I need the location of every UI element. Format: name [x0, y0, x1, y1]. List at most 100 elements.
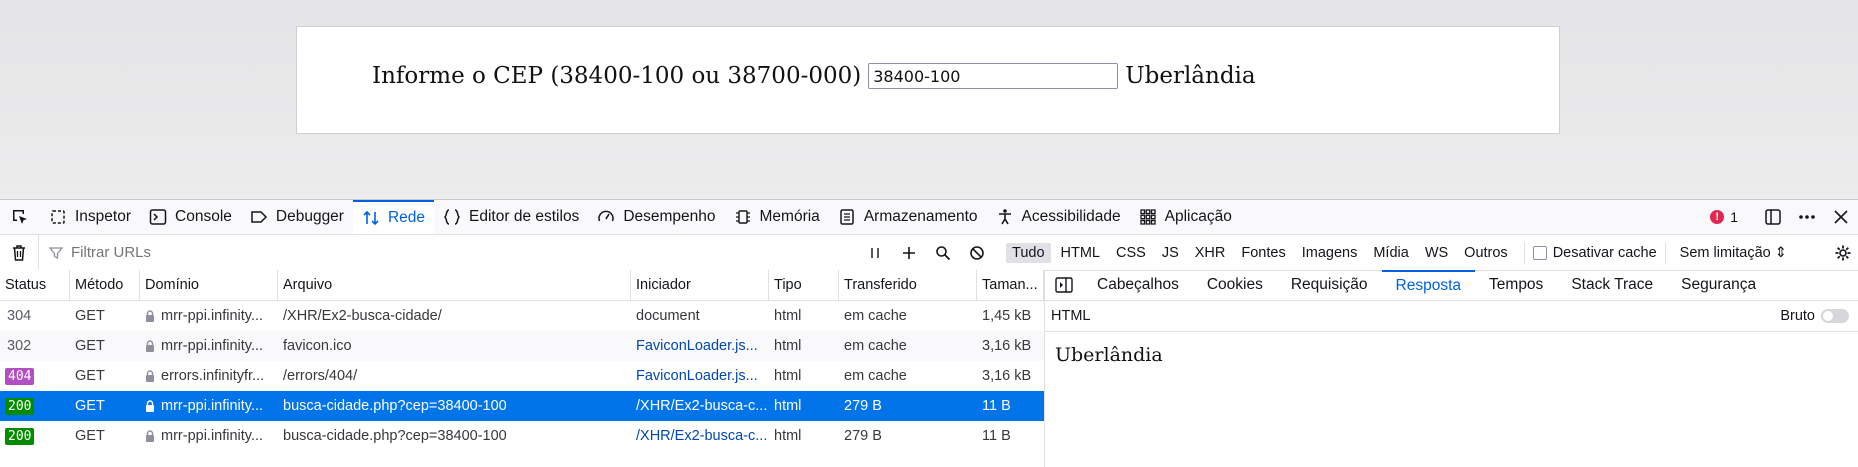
settings-button[interactable] [1834, 235, 1852, 270]
tab-memoria[interactable]: Memória [725, 200, 829, 234]
cell-status: 200 [0, 391, 70, 421]
search-icon [936, 245, 951, 260]
cell-size: 3,16 kB [982, 338, 1032, 354]
cell-initiator[interactable]: FaviconLoader.js... [631, 331, 769, 361]
error-count-badge[interactable]: ! 1 [1710, 209, 1738, 225]
filter-type-fontes[interactable]: Fontes [1235, 243, 1291, 263]
cell-initiator: document [636, 308, 700, 324]
cell-type: html [774, 338, 802, 354]
tab-label: Acessibilidade [1021, 208, 1121, 225]
cell-type: html [774, 368, 802, 384]
cell-file: busca-cidade.php?cep=38400-100 [283, 398, 507, 414]
column-header-transferido[interactable]: Transferido [839, 270, 977, 300]
details-tab-requisicao[interactable]: Requisição [1277, 270, 1382, 300]
domain-text: mrr-ppi.infinity... [161, 338, 264, 354]
status-badge: 200 [5, 427, 35, 445]
column-header-metodo[interactable]: Método [70, 270, 140, 300]
throttle-select[interactable]: Sem limitação ⇕ [1680, 245, 1787, 261]
table-row[interactable]: 304 GET mrr-ppi.infinity... /XHR/Ex2-busca-… [0, 301, 1044, 331]
tab-acessibilidade[interactable]: Acessibilidade [987, 200, 1130, 234]
raw-switch[interactable] [1821, 309, 1849, 324]
table-row[interactable]: 404 GET errors.infinityfr... /errors/404/Fa… [0, 361, 1044, 391]
status-badge: 304 [7, 308, 32, 324]
response-header: HTML Bruto [1045, 301, 1858, 332]
tab-armazenamento[interactable]: Armazenamento [829, 200, 987, 234]
filter-type-xhr[interactable]: XHR [1189, 243, 1232, 263]
error-icon: ! [1710, 210, 1725, 224]
domain-text: mrr-ppi.infinity... [161, 308, 264, 324]
tab-inspetor[interactable]: Inspetor [40, 200, 140, 234]
performance-icon [597, 208, 615, 226]
tab-rede[interactable]: Rede [352, 200, 435, 234]
close-icon [1834, 210, 1848, 224]
details-tab-seguranca[interactable]: Segurança [1667, 270, 1770, 300]
cell-domain: mrr-ppi.infinity... [140, 301, 278, 331]
search-button[interactable] [926, 235, 960, 270]
column-header-status[interactable]: Status [0, 270, 70, 300]
tab-debugger[interactable]: Debugger [241, 200, 353, 234]
column-header-dominio[interactable]: Domínio [140, 270, 278, 300]
web-page-area: Informe o CEP (38400-100 ou 38700-000) U… [0, 0, 1858, 199]
content-card: Informe o CEP (38400-100 ou 38700-000) U… [296, 26, 1560, 134]
raw-toggle[interactable]: Bruto [1780, 308, 1849, 324]
cep-form: Informe o CEP (38400-100 ou 38700-000) U… [372, 63, 1256, 89]
domain-text: mrr-ppi.infinity... [161, 428, 264, 444]
pause-icon [871, 247, 879, 258]
filter-type-imagens[interactable]: Imagens [1296, 243, 1364, 263]
filter-urls-input[interactable] [69, 243, 773, 262]
filter-type-tudo[interactable]: Tudo [1006, 242, 1051, 263]
cell-initiator[interactable]: FaviconLoader.js... [631, 361, 769, 391]
disable-cache-checkbox[interactable] [1532, 245, 1547, 260]
filter-type-css[interactable]: CSS [1110, 243, 1152, 263]
details-tab-tempos[interactable]: Tempos [1475, 270, 1557, 300]
column-header-arquivo[interactable]: Arquivo [278, 270, 631, 300]
error-count: 1 [1730, 209, 1738, 225]
element-picker-button[interactable] [0, 200, 40, 234]
tab-editor-de-estilos[interactable]: Editor de estilos [434, 200, 588, 234]
block-button[interactable] [960, 235, 994, 270]
tab-console[interactable]: Console [140, 200, 241, 234]
response-body: Uberlândia [1055, 344, 1163, 366]
filter-type-outros[interactable]: Outros [1458, 243, 1514, 263]
pause-button[interactable] [858, 235, 892, 270]
toggle-sidebar-button[interactable] [1045, 277, 1083, 293]
add-request-button[interactable] [892, 235, 926, 270]
cell-initiator[interactable]: /XHR/Ex2-busca-c... [631, 421, 769, 451]
cell-initiator[interactable]: /XHR/Ex2-busca-c... [631, 391, 769, 421]
details-tab-resposta[interactable]: Resposta [1381, 270, 1476, 300]
tab-aplicacao[interactable]: Aplicação [1130, 200, 1241, 234]
cell-status: 404 [0, 361, 70, 391]
tab-label: Armazenamento [863, 208, 978, 225]
tab-label: Editor de estilos [469, 208, 580, 225]
cell-transferred: em cache [844, 308, 907, 324]
application-icon [1139, 208, 1157, 226]
filter-box [38, 235, 858, 270]
separator [1664, 241, 1666, 264]
clear-button[interactable] [0, 244, 38, 262]
dock-button[interactable] [1756, 200, 1790, 234]
more-options-button[interactable] [1790, 200, 1824, 234]
cep-input[interactable] [868, 63, 1119, 89]
table-row[interactable]: 200 GET mrr-ppi.infinity... busca-cidade.ph… [0, 421, 1044, 451]
column-header-taman[interactable]: Taman... [977, 270, 1044, 300]
disable-cache-toggle[interactable]: Desativar cache [1532, 245, 1657, 261]
table-row[interactable]: 200 GET mrr-ppi.infinity... busca-cidade.ph… [0, 391, 1044, 421]
cell-domain: mrr-ppi.infinity... [140, 421, 278, 451]
details-tab-stack-trace[interactable]: Stack Trace [1557, 270, 1667, 300]
table-row[interactable]: 302 GET mrr-ppi.infinity... favicon.ico Favi… [0, 331, 1044, 361]
filter-type-js[interactable]: JS [1156, 243, 1185, 263]
cell-domain: errors.infinityfr... [140, 361, 278, 391]
column-header-tipo[interactable]: Tipo [769, 270, 839, 300]
lock-icon [145, 340, 155, 352]
cell-method: GET [75, 368, 105, 384]
tab-desempenho[interactable]: Desempenho [588, 200, 724, 234]
close-devtools-button[interactable] [1824, 200, 1858, 234]
filter-type-ws[interactable]: WS [1419, 243, 1454, 263]
filter-type-html[interactable]: HTML [1055, 243, 1106, 263]
details-tab-cookies[interactable]: Cookies [1193, 270, 1277, 300]
network-filterbar: TudoHTMLCSSJSXHRFontesImagensMídiaWSOutr… [0, 235, 1858, 271]
details-tab-cabecalhos[interactable]: Cabeçalhos [1083, 270, 1193, 300]
filter-type-midia[interactable]: Mídia [1367, 243, 1414, 263]
lock-icon [145, 310, 155, 322]
column-header-iniciador[interactable]: Iniciador [631, 270, 769, 300]
